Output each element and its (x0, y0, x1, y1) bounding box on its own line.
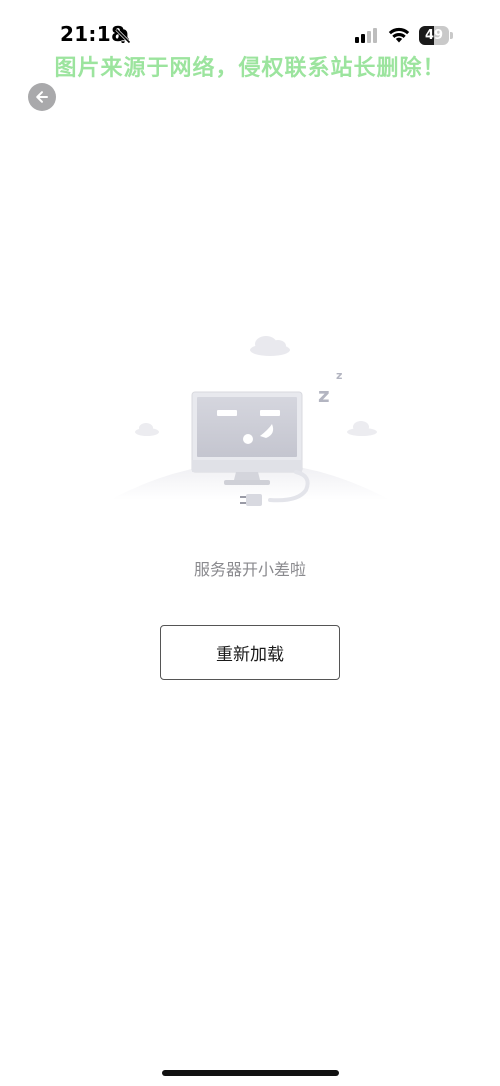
home-indicator[interactable] (162, 1070, 339, 1076)
battery-indicator: 49 (419, 26, 453, 45)
cloud-icon (135, 423, 159, 436)
battery-cap (450, 32, 453, 39)
cloud-icon (347, 421, 377, 436)
error-message: 服务器开小差啦 (193, 560, 306, 579)
power-plug (246, 494, 262, 506)
sleep-z-small: z (336, 369, 342, 382)
battery-body: 49 (419, 26, 449, 45)
back-arrow-icon (36, 91, 48, 103)
battery-level: 49 (424, 28, 444, 43)
monitor-stand (234, 472, 260, 480)
watermark-text: 图片来源于网络，侵权联系站长删除！ (54, 56, 446, 81)
bell-muted-icon (115, 28, 131, 44)
back-button[interactable] (28, 83, 56, 111)
cloud-icon (250, 336, 290, 356)
wifi-icon (388, 27, 410, 43)
reload-button[interactable]: 重新加载 (160, 625, 340, 680)
status-bar: 21:18 49 (0, 0, 500, 52)
left-eye (217, 410, 237, 416)
app-screen: 21:18 49 图片来源于网络，侵权联系站长删除！ z z 服务器开小差啦 重… (0, 0, 500, 1086)
cellular-signal-icon (355, 28, 377, 43)
monitor-chin (192, 460, 302, 472)
right-eye (260, 410, 280, 416)
sleep-z-large: z (318, 383, 330, 407)
mouth (243, 434, 253, 444)
monitor-base (224, 480, 270, 485)
sleeping-computer-illustration: z z (110, 336, 390, 506)
monitor-screen (197, 397, 297, 457)
